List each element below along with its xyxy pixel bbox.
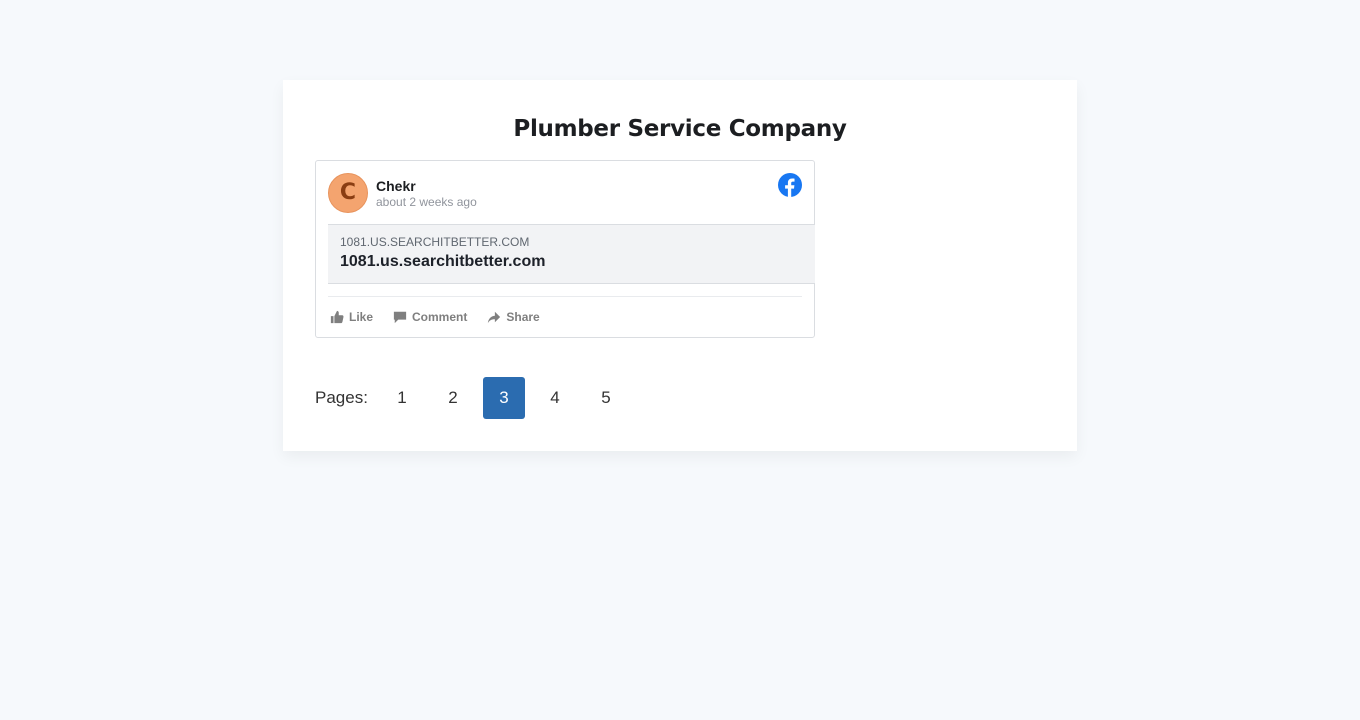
link-domain: 1081.US.SEARCHITBETTER.COM	[340, 235, 530, 249]
share-icon	[488, 311, 501, 324]
divider	[328, 296, 802, 297]
pages-label: Pages:	[315, 388, 368, 407]
social-post: C Chekr about 2 weeks ago 1081.US.SEARCH…	[315, 160, 815, 338]
pagination: Pages: 1 2 3 4 5	[315, 377, 636, 419]
page-link-1[interactable]: 1	[381, 377, 423, 419]
page-link-3-current[interactable]: 3	[482, 377, 525, 419]
comment-button[interactable]: Comment	[393, 310, 467, 324]
facebook-icon[interactable]	[778, 173, 802, 197]
like-button[interactable]: Like	[330, 310, 373, 324]
comment-label: Comment	[412, 310, 468, 324]
page-link-2[interactable]: 2	[432, 377, 474, 419]
like-label: Like	[349, 310, 374, 324]
comment-icon	[393, 311, 407, 324]
reviews-card: Plumber Service Company C Chekr about 2 …	[283, 80, 1077, 451]
post-actions: Like Comment Share	[330, 309, 560, 325]
avatar: C	[328, 173, 368, 213]
post-author[interactable]: Chekr	[376, 178, 416, 194]
share-button[interactable]: Share	[487, 310, 540, 324]
link-title[interactable]: 1081.us.searchitbetter.com	[340, 253, 545, 271]
link-preview[interactable]: 1081.US.SEARCHITBETTER.COM 1081.us.searc…	[328, 224, 815, 284]
thumbs-up-icon	[330, 310, 344, 324]
share-label: Share	[506, 310, 540, 324]
page-link-4[interactable]: 4	[534, 377, 576, 419]
post-time: about 2 weeks ago	[376, 195, 477, 209]
page-link-5[interactable]: 5	[585, 377, 627, 419]
page-title: Plumber Service Company	[513, 116, 847, 142]
